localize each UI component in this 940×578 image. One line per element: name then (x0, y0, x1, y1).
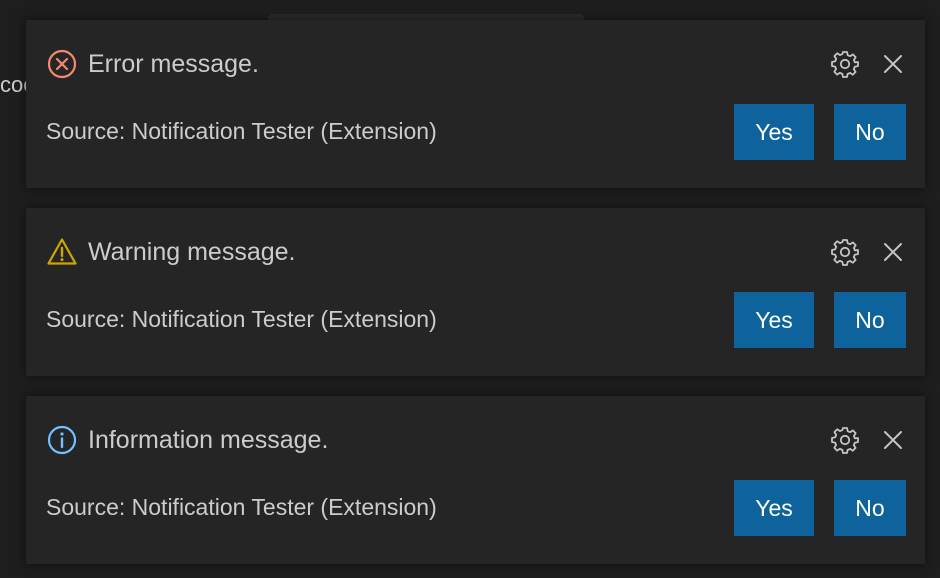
info-icon (46, 424, 78, 456)
gear-icon[interactable] (829, 424, 861, 456)
notification-source: Source: Notification Tester (Extension) (46, 494, 437, 520)
close-icon[interactable] (877, 48, 909, 80)
error-icon (46, 48, 78, 80)
notification-header: Warning message. (46, 236, 296, 268)
notification-info: Information message. Source: Notificatio… (26, 396, 925, 564)
notification-source: Source: Notification Tester (Extension) (46, 306, 437, 332)
warning-icon (46, 236, 78, 268)
no-button[interactable]: No (834, 104, 906, 160)
notification-message: Information message. (88, 426, 329, 454)
close-icon[interactable] (877, 424, 909, 456)
gear-icon[interactable] (829, 48, 861, 80)
notification-header: Error message. (46, 48, 259, 80)
notification-source: Source: Notification Tester (Extension) (46, 118, 437, 144)
notification-message: Warning message. (88, 238, 296, 266)
no-button[interactable]: No (834, 480, 906, 536)
notification-header: Information message. (46, 424, 328, 456)
no-button[interactable]: No (834, 292, 906, 348)
notification-error: Error message. Source: Notification Test… (26, 20, 925, 188)
gear-icon[interactable] (829, 236, 861, 268)
yes-button[interactable]: Yes (734, 480, 814, 536)
yes-button[interactable]: Yes (734, 104, 814, 160)
notification-message: Error message. (88, 50, 259, 78)
close-icon[interactable] (877, 236, 909, 268)
notification-warning: Warning message. Source: Notification Te… (26, 208, 925, 376)
yes-button[interactable]: Yes (734, 292, 814, 348)
